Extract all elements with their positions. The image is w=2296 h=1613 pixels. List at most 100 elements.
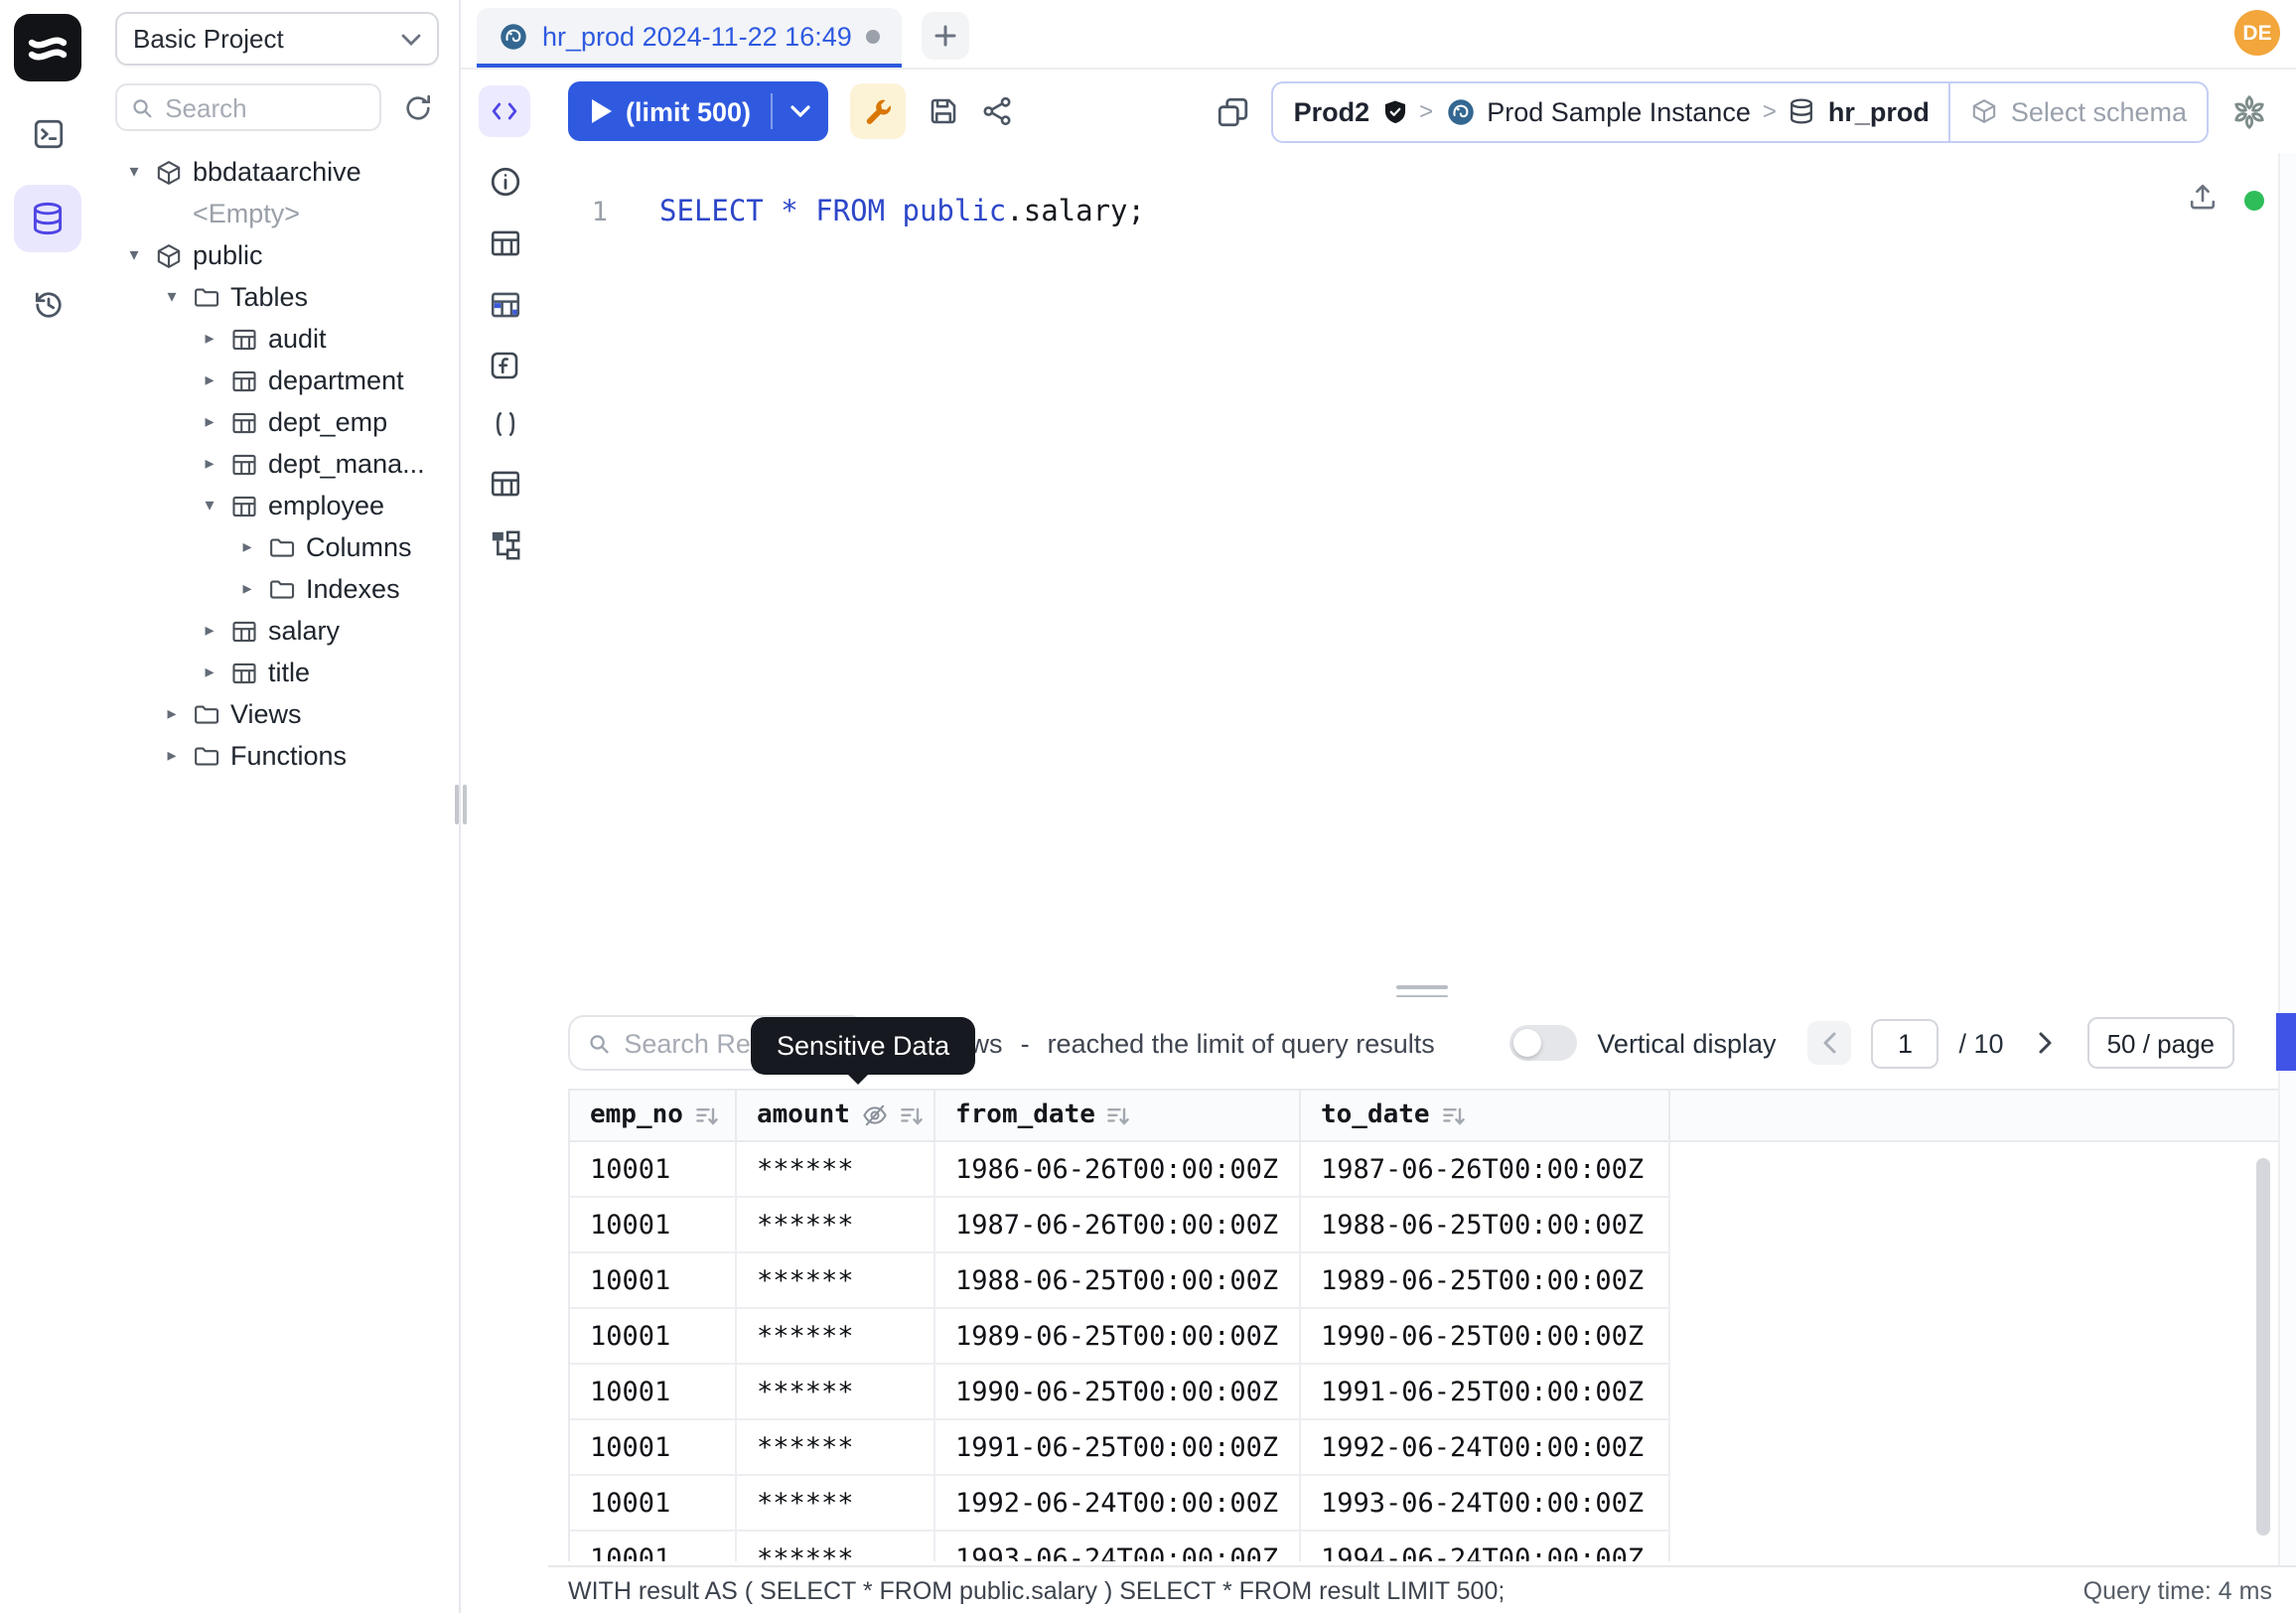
worksheet-tab[interactable]: hr_prod 2024-11-22 16:49 (477, 8, 902, 68)
tree-item-indexes[interactable]: ▸Indexes (115, 568, 439, 610)
avatar[interactable]: DE (2234, 10, 2280, 56)
caret-right-icon[interactable]: ▸ (161, 745, 183, 767)
tree-item-columns[interactable]: ▸Columns (115, 526, 439, 568)
caret-down-icon[interactable]: ▾ (161, 286, 183, 308)
tree-item-audit[interactable]: ▸ audit (115, 318, 439, 360)
caret-down-icon[interactable]: ▾ (123, 161, 145, 183)
table-row[interactable]: 10001******1991-06-25T00:00:00Z1992-06-2… (570, 1420, 1670, 1476)
connection-breadcrumb: Prod2 > Prod Sample Instance > hr_prod (1272, 80, 2209, 142)
table-row[interactable]: 10001******1992-06-24T00:00:00Z1993-06-2… (570, 1476, 1670, 1532)
run-options-button[interactable] (773, 81, 828, 141)
sort-icon[interactable] (900, 1103, 924, 1127)
caret-down-icon[interactable]: ▾ (123, 244, 145, 266)
share-button[interactable] (981, 95, 1013, 127)
tree-item-title[interactable]: ▸title (115, 652, 439, 693)
bytebase-logo-mark (24, 24, 72, 72)
code-editor-icon[interactable] (479, 85, 530, 137)
panel-edge-button[interactable] (2276, 1013, 2296, 1071)
admin-mode-button[interactable] (850, 83, 906, 139)
select-schema-button[interactable]: Select schema (1951, 82, 2207, 140)
tree-item-employee[interactable]: ▾employee (115, 485, 439, 526)
switch-connection-button[interactable] (1217, 94, 1250, 128)
external-table-icon[interactable] (488, 467, 521, 501)
databases-icon[interactable] (14, 185, 81, 252)
history-icon[interactable] (14, 270, 81, 338)
table-cell: 10001 (570, 1420, 737, 1476)
caret-right-icon[interactable]: ▸ (236, 578, 258, 600)
schema-diagram-icon[interactable] (488, 528, 521, 562)
table-row[interactable]: 10001******1986-06-26T00:00:00Z1987-06-2… (570, 1142, 1670, 1198)
sort-icon[interactable] (1107, 1103, 1131, 1127)
table-row[interactable]: 10001******1989-06-25T00:00:00Z1990-06-2… (570, 1309, 1670, 1365)
caret-right-icon[interactable]: ▸ (199, 369, 220, 391)
project-select[interactable]: Basic Project (115, 12, 439, 66)
executed-query: WITH result AS ( SELECT * FROM public.sa… (568, 1576, 1505, 1604)
table-panel-icon[interactable] (488, 226, 521, 260)
sort-icon[interactable] (1442, 1103, 1466, 1127)
table-row[interactable]: 10001******1990-06-25T00:00:00Z1991-06-2… (570, 1365, 1670, 1420)
tree-item-tables[interactable]: ▾Tables (115, 276, 439, 318)
sql-editor[interactable]: 1 SELECT * FROM public.salary; (548, 153, 2296, 981)
page-size-select[interactable]: 50 / page (2087, 1017, 2234, 1069)
next-page-button[interactable] (2024, 1021, 2068, 1065)
caret-right-icon[interactable]: ▸ (199, 328, 220, 350)
add-tab-button[interactable] (922, 12, 969, 60)
caret-down-icon[interactable]: ▾ (199, 495, 220, 516)
table-cell: 1993-06-24T00:00:00Z (935, 1532, 1301, 1561)
sort-icon[interactable] (695, 1103, 719, 1127)
connection-status-icon (2244, 191, 2264, 211)
table-row[interactable]: 10001******1987-06-26T00:00:00Z1988-06-2… (570, 1198, 1670, 1253)
tree-item-salary[interactable]: ▸salary (115, 610, 439, 652)
column-header-to_date[interactable]: to_date (1301, 1091, 1670, 1140)
share-icon (981, 95, 1013, 127)
tree-item-bbdataarchive[interactable]: ▾bbdataarchive (115, 151, 439, 193)
result-summary-separator: - (1021, 1028, 1030, 1058)
connection-path[interactable]: Prod2 > Prod Sample Instance > hr_prod (1274, 82, 1949, 140)
prev-page-button[interactable] (1808, 1021, 1852, 1065)
caret-right-icon[interactable]: ▸ (161, 703, 183, 725)
refresh-icon[interactable] (395, 85, 439, 129)
column-header-from_date[interactable]: from_date (935, 1091, 1301, 1140)
column-header-amount[interactable]: amount (737, 1091, 935, 1140)
upload-sheet-icon[interactable] (2187, 181, 2219, 220)
sidebar-search-input[interactable] (165, 92, 365, 122)
column-header-emp_no[interactable]: emp_no (570, 1091, 737, 1140)
caret-right-icon[interactable]: ▸ (236, 536, 258, 558)
tree-item-functions[interactable]: ▸Functions (115, 735, 439, 777)
results-scrollbar[interactable] (2256, 1158, 2270, 1536)
eye-off-icon[interactable] (862, 1102, 888, 1128)
unsaved-dot-icon (866, 29, 880, 43)
tree-item-dept-emp[interactable]: ▸dept_emp (115, 401, 439, 443)
tree-item-views[interactable]: ▸ Views (115, 693, 439, 735)
info-icon[interactable] (488, 165, 521, 199)
tree-item-label: audit (268, 324, 327, 354)
run-button[interactable]: (limit 500) (568, 81, 828, 141)
caret-right-icon[interactable]: ▸ (199, 453, 220, 475)
page-size-value: 50 / page (2107, 1028, 2215, 1058)
column-name: amount (757, 1100, 850, 1130)
procedures-icon[interactable] (490, 409, 519, 439)
save-button[interactable] (928, 95, 959, 127)
sql-file-icon[interactable] (14, 99, 81, 167)
functions-icon[interactable] (489, 350, 520, 381)
panel-splitter[interactable] (548, 981, 2296, 1001)
tree-item-department[interactable]: ▸department (115, 360, 439, 401)
table-row[interactable]: 10001******1993-06-24T00:00:00Z1994-06-2… (570, 1532, 1670, 1561)
tree-item-label: Views (230, 699, 302, 729)
caret-right-icon[interactable]: ▸ (199, 411, 220, 433)
bytebase-logo[interactable] (14, 14, 81, 81)
tree-item-public[interactable]: ▾public (115, 234, 439, 276)
ai-assistant-button[interactable] (2230, 92, 2268, 130)
table-cell: 10001 (570, 1532, 737, 1561)
sidebar-resize-handle[interactable] (455, 785, 467, 824)
table-row[interactable]: 10001******1988-06-25T00:00:00Z1989-06-2… (570, 1253, 1670, 1309)
caret-right-icon[interactable]: ▸ (199, 661, 220, 683)
page-number-input[interactable] (1872, 1018, 1939, 1068)
tree-item-dept-mana[interactable]: ▸dept_mana... (115, 443, 439, 485)
table-data-icon[interactable] (488, 288, 521, 322)
caret-right-icon[interactable]: ▸ (199, 620, 220, 642)
project-select-value: Basic Project (133, 24, 284, 54)
sidebar-search[interactable] (115, 83, 381, 131)
vertical-display-toggle[interactable] (1509, 1025, 1577, 1061)
tree-item-empty[interactable]: <Empty> (115, 193, 439, 234)
